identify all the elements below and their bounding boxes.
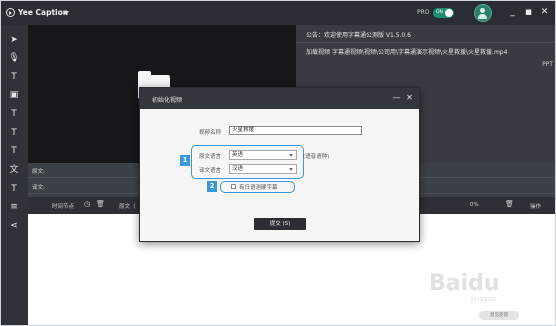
translate-icon[interactable]: 文: [7, 163, 21, 177]
clock-icon[interactable]: ◷: [84, 200, 90, 208]
dialog-title: 初始化视频: [152, 97, 183, 104]
progress-percent: 0%: [470, 202, 479, 208]
step-badge-2: 2: [207, 181, 217, 192]
dialog-minimize-button[interactable]: —: [392, 92, 401, 104]
pro-label: PRO: [417, 9, 430, 16]
loading-path: 字幕通视频\视频\公司用\字幕通演示视频\火星救援\火星救援.mp4: [331, 49, 508, 56]
title-bar: Yee Caption PRO ON _ ■ ✕: [1, 1, 555, 25]
app-menu-dropdown-icon[interactable]: [63, 11, 69, 15]
trash-icon[interactable]: 🗑: [96, 200, 105, 208]
microphone-icon[interactable]: 🎙: [7, 51, 21, 65]
maximize-button[interactable]: ■: [523, 6, 534, 18]
step-badge-1: 1: [180, 155, 190, 166]
submit-button[interactable]: 提交 (S): [254, 218, 306, 230]
watermark-subtext: jingyan: [471, 295, 497, 303]
minimize-button[interactable]: _: [507, 6, 518, 18]
source-language-label: 原文语言: [199, 154, 222, 160]
target-language-select[interactable]: 汉语: [229, 164, 297, 174]
video-name-input[interactable]: 火星救援: [229, 126, 362, 135]
translated-subtitle-label: 译文:: [32, 185, 45, 191]
chevron-down-icon: [289, 154, 293, 157]
text-frame-icon[interactable]: T: [7, 126, 21, 140]
announcement-text: 公告：欢迎使用字幕通公测版 V1.5.0.6: [306, 32, 412, 39]
subtitle-tool-icon[interactable]: T: [7, 182, 21, 196]
list-icon[interactable]: ≡: [7, 200, 21, 214]
watermark-logo: Baidu: [429, 271, 500, 296]
text-tool-icon[interactable]: T: [7, 70, 21, 84]
app-title: Yee Caption: [18, 8, 69, 17]
app-window: Yee Caption PRO ON _ ■ ✕ ➤ 🎙 T ▣ T T T 文…: [0, 0, 556, 326]
hardcode-subtitle-checkbox[interactable]: [231, 184, 236, 189]
action-column-header: 操作: [530, 204, 542, 210]
hardcode-subtitle-label: 有日语测硬字幕: [239, 185, 278, 191]
left-toolbar: ➤ 🎙 T ▣ T T T 文 T ≡ ⋖: [1, 25, 28, 325]
source-column-header: 原文（: [119, 204, 136, 210]
video-name-label: 视频名称: [199, 130, 222, 136]
target-language-label: 译文语言: [199, 168, 222, 174]
delete-icon[interactable]: 🗑: [505, 200, 514, 208]
loading-status: 加载视频 字幕通视频\视频\公司用\字幕通演示视频\火星救援\火星救援.mp4: [306, 47, 554, 56]
app-logo-icon: [6, 8, 15, 17]
close-button[interactable]: ✕: [539, 6, 550, 18]
toggle-knob: [445, 9, 453, 17]
source-subtitle-label: 原文:: [32, 169, 45, 175]
feedback-button[interactable]: 意见反馈: [479, 311, 519, 320]
chevron-down-icon: [289, 168, 293, 171]
source-language-select[interactable]: 英语: [229, 150, 297, 160]
init-video-dialog: 初始化视频 — ✕ 视频名称 火星救援 1 原文语言 英语 (语音语种) 译文语…: [139, 87, 420, 242]
dialog-body: 视频名称 火星救援 1 原文语言 英语 (语音语种) 译文语言 汉语 2 有日语…: [140, 109, 419, 241]
ppt-label: PPT: [542, 61, 553, 68]
target-language-value: 汉语: [232, 166, 244, 172]
source-language-hint: (语音语种): [303, 154, 330, 160]
pro-toggle-label: ON: [436, 10, 443, 15]
dialog-close-button[interactable]: ✕: [405, 92, 414, 104]
time-node-header: 时间节点: [52, 204, 75, 210]
caption-box-icon[interactable]: ▣: [7, 88, 21, 102]
share-icon[interactable]: ⋖: [7, 219, 21, 233]
text-style-icon[interactable]: T: [7, 144, 21, 158]
voice-text-icon[interactable]: T: [7, 107, 21, 121]
user-avatar[interactable]: [474, 4, 492, 22]
source-language-value: 英语: [232, 152, 244, 158]
pro-toggle[interactable]: ON: [433, 8, 454, 18]
pointer-icon[interactable]: ➤: [7, 33, 21, 47]
divider: [296, 42, 555, 43]
loading-prefix: 加载视频: [306, 49, 331, 56]
dialog-title-bar: 初始化视频 — ✕: [140, 88, 419, 109]
